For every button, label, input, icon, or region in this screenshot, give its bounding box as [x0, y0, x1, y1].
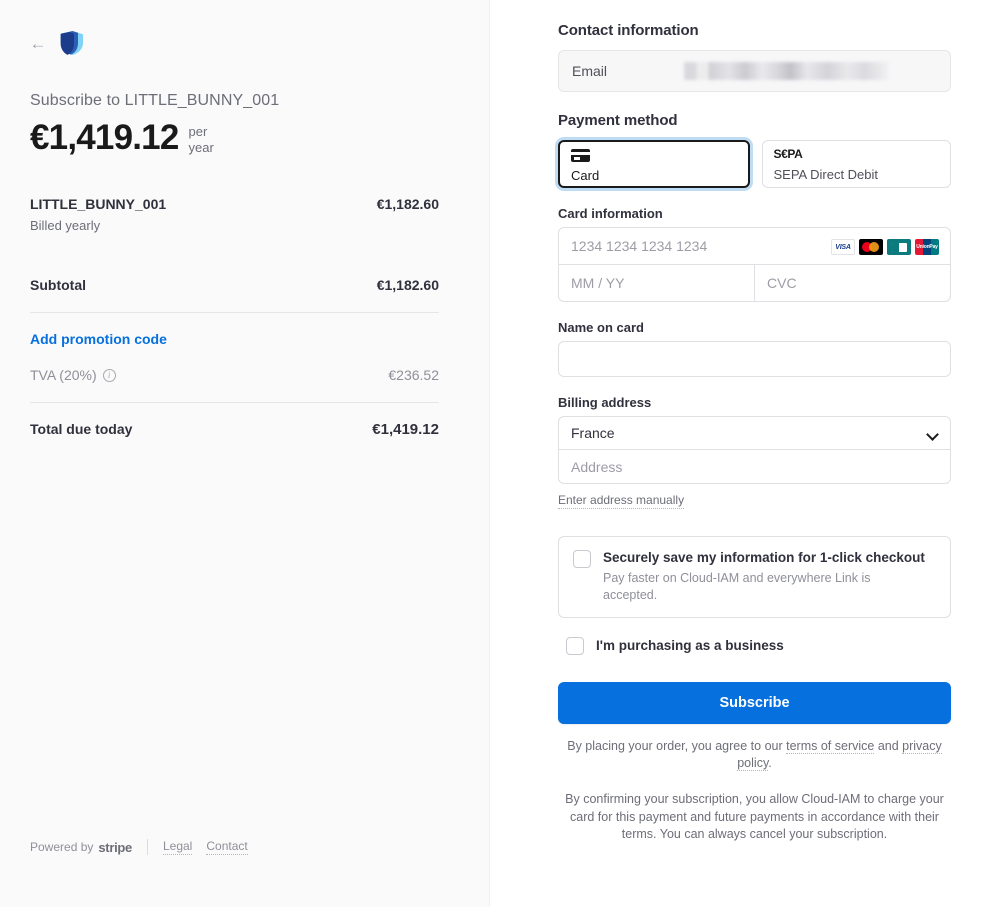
subscribe-button-label: Subscribe [719, 695, 790, 711]
headline-price-period: per year [189, 118, 214, 156]
sepa-logo-icon: S€PA [773, 147, 803, 161]
billing-address-section: Billing address France Address Enter add… [558, 395, 951, 509]
line-item: LITTLE_BUNNY_001 Billed yearly €1,182.60 [30, 196, 439, 233]
stripe-wordmark: stripe [98, 839, 132, 855]
save-info-subtitle: Pay faster on Cloud-IAM and everywhere L… [603, 571, 871, 602]
email-label: Email [572, 63, 608, 79]
contact-link[interactable]: Contact [206, 839, 248, 855]
page-title: Subscribe to LITTLE_BUNNY_001 [30, 92, 280, 109]
terms-of-service-link[interactable]: terms of service [786, 739, 875, 754]
address-input[interactable]: Address [559, 449, 950, 483]
headline-price: €1,419.12 per year [30, 118, 439, 158]
legal-prefix: By placing your order, you agree to our [567, 739, 787, 753]
email-value-redacted [684, 62, 889, 80]
address-placeholder: Address [571, 458, 623, 475]
country-select[interactable]: France [559, 417, 950, 449]
checkout-page: ← Subscribe to LITTLE_BUNNY_001 €1,419.1… [0, 0, 993, 907]
footer-divider [146, 839, 148, 855]
tab-sepa-direct-debit[interactable]: S€PA SEPA Direct Debit [761, 140, 951, 188]
price-period-line1: per [188, 124, 208, 139]
confirmation-note: By confirming your subscription, you all… [565, 792, 944, 841]
accepted-card-brands: VISA UnionPay [831, 239, 939, 255]
card-number-field[interactable]: 1234 1234 1234 1234 VISA UnionPay [559, 228, 950, 264]
credit-card-icon [571, 149, 590, 162]
order-summary-panel: ← Subscribe to LITTLE_BUNNY_001 €1,419.1… [0, 0, 490, 907]
unionpay-icon: UnionPay [915, 239, 939, 255]
add-promotion-code-link[interactable]: Add promotion code [30, 331, 167, 347]
line-item-price: €1,182.60 [376, 196, 439, 212]
unionpay-text: UnionPay [916, 244, 938, 250]
legal-link[interactable]: Legal [162, 839, 193, 855]
chevron-down-icon [927, 430, 938, 437]
tax-row: TVA (20%) i €236.52 [30, 367, 439, 383]
tax-label-group: TVA (20%) i [30, 367, 116, 383]
purchasing-as-business-row[interactable]: I'm purchasing as a business [558, 636, 951, 655]
subscribe-button[interactable]: Subscribe [558, 682, 951, 724]
save-info-link-card[interactable]: Securely save my information for 1-click… [558, 536, 951, 618]
card-number-placeholder: 1234 1234 1234 1234 [571, 238, 708, 254]
card-information-label: Card information [558, 206, 663, 221]
line-item-sublabel: Billed yearly [30, 218, 101, 233]
subtotal-label: Subtotal [30, 277, 86, 293]
legal-suffix: . [768, 756, 772, 770]
name-on-card-input[interactable] [558, 341, 951, 377]
total-due-value: €1,419.12 [372, 421, 439, 438]
shield-logo-icon [60, 30, 84, 56]
subtotal-value: €1,182.60 [376, 277, 439, 293]
billing-address-group: France Address [558, 416, 951, 484]
tab-card[interactable]: Card [558, 140, 750, 188]
contact-information-title: Contact information [558, 22, 699, 39]
total-due-row: Total due today €1,419.12 [30, 421, 439, 438]
card-cvc-placeholder: CVC [767, 275, 797, 291]
headline-price-amount: €1,419.12 [30, 118, 179, 157]
country-select-value: France [571, 425, 615, 441]
card-information-section: Card information 1234 1234 1234 1234 VIS… [558, 206, 951, 302]
visa-icon: VISA [831, 239, 855, 255]
enter-address-manually-link[interactable]: Enter address manually [558, 493, 685, 509]
cb-cartes-bancaires-icon [887, 239, 911, 255]
divider [30, 312, 439, 313]
visa-text: VISA [835, 243, 851, 251]
price-period-line2: year [188, 140, 214, 155]
total-due-label: Total due today [30, 421, 133, 437]
subtotal-row: Subtotal €1,182.60 [30, 277, 439, 293]
summary-topbar: ← [0, 0, 489, 58]
line-item-name: LITTLE_BUNNY_001 [30, 196, 167, 212]
save-info-checkbox[interactable] [573, 550, 591, 568]
divider [30, 402, 439, 403]
tax-label: TVA (20%) [30, 367, 97, 383]
stripe-footer: Powered by stripe Legal Contact [30, 839, 248, 855]
line-items: LITTLE_BUNNY_001 Billed yearly €1,182.60… [30, 196, 439, 438]
payment-form-panel: Contact information Email Payment method… [490, 0, 993, 907]
tab-card-label: Card [571, 168, 600, 183]
payment-method-tabs: Card S€PA SEPA Direct Debit [558, 140, 951, 188]
card-expiry-placeholder: MM / YY [571, 275, 625, 291]
card-cvc-field[interactable]: CVC [754, 265, 950, 301]
legal-middle: and [874, 739, 903, 753]
tab-sepa-label: SEPA Direct Debit [773, 167, 879, 182]
name-on-card-label: Name on card [558, 320, 644, 335]
name-on-card-section: Name on card [558, 320, 951, 377]
back-arrow-icon[interactable]: ← [28, 33, 48, 53]
tax-value: €236.52 [388, 367, 439, 383]
business-label: I'm purchasing as a business [596, 638, 784, 653]
email-field[interactable]: Email [558, 50, 951, 92]
mastercard-icon [859, 239, 883, 255]
business-checkbox[interactable] [566, 637, 584, 655]
info-circle-icon[interactable]: i [102, 368, 116, 382]
save-info-title: Securely save my information for 1-click… [603, 550, 925, 565]
summary-body: Subscribe to LITTLE_BUNNY_001 €1,419.12 … [0, 92, 489, 438]
payment-method-title: Payment method [558, 112, 678, 129]
powered-by-stripe[interactable]: Powered by stripe [30, 840, 132, 855]
billing-address-label: Billing address [558, 395, 652, 410]
card-input-group: 1234 1234 1234 1234 VISA UnionPay MM / Y… [558, 227, 951, 302]
footer-links: Legal Contact [162, 839, 248, 855]
powered-by-label: Powered by [30, 840, 94, 854]
card-expiry-field[interactable]: MM / YY [559, 265, 754, 301]
legal-text: By placing your order, you agree to our … [558, 738, 951, 772]
